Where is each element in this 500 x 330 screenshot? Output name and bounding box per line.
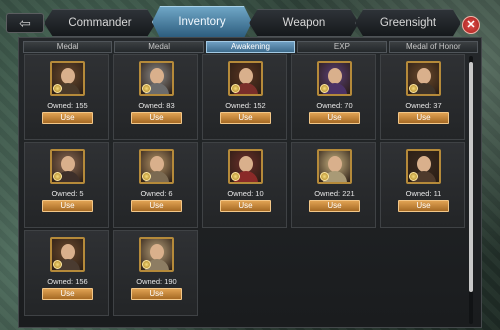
medal-badge-icon <box>320 84 329 93</box>
medal-badge-icon <box>53 172 62 181</box>
inventory-panel: Medal Medal Awakening EXP Medal of Honor… <box>18 37 482 328</box>
back-button[interactable]: ⇦ <box>6 13 44 33</box>
owned-count: Owned: 156 <box>47 277 88 286</box>
tab-greensight[interactable]: Greensight <box>355 9 461 37</box>
owned-count: Owned: 221 <box>314 189 355 198</box>
item-card: Owned: 156 Use <box>24 230 109 316</box>
commander-portrait <box>139 61 174 96</box>
use-button[interactable]: Use <box>42 288 93 300</box>
commander-portrait <box>50 237 85 272</box>
subtab-medal-1[interactable]: Medal <box>23 41 113 53</box>
owned-count: Owned: 11 <box>405 189 442 198</box>
use-button[interactable]: Use <box>131 288 182 300</box>
commander-portrait <box>50 61 85 96</box>
item-card: Owned: 152 Use <box>202 54 287 140</box>
item-card: Owned: 70 Use <box>291 54 376 140</box>
use-button[interactable]: Use <box>398 200 449 212</box>
subtab-medal-of-honor[interactable]: Medal of Honor <box>388 41 479 53</box>
medal-badge-icon <box>409 172 418 181</box>
tab-inventory[interactable]: Inventory <box>152 6 252 38</box>
item-card: Owned: 83 Use <box>113 54 198 140</box>
owned-count: Owned: 70 <box>316 101 353 110</box>
medal-badge-icon <box>231 84 240 93</box>
owned-count: Owned: 6 <box>140 189 173 198</box>
use-button[interactable]: Use <box>42 112 93 124</box>
medal-badge-icon <box>231 172 240 181</box>
commander-portrait <box>406 149 441 184</box>
item-card: Owned: 221 Use <box>291 142 376 228</box>
scrollbar-thumb[interactable] <box>469 62 473 292</box>
owned-count: Owned: 152 <box>225 101 266 110</box>
item-card: Owned: 190 Use <box>113 230 198 316</box>
medal-badge-icon <box>53 84 62 93</box>
medal-badge-icon <box>142 260 151 269</box>
close-icon: ✕ <box>466 19 476 31</box>
use-button[interactable]: Use <box>220 200 271 212</box>
owned-count: Owned: 83 <box>138 101 175 110</box>
subtab-medal-2[interactable]: Medal <box>114 41 204 53</box>
subtab-awakening[interactable]: Awakening <box>205 41 296 53</box>
item-grid: Owned: 155 Use Owned: 83 Use Owned: 152 … <box>24 54 467 328</box>
commander-portrait <box>317 149 352 184</box>
scrollbar[interactable] <box>469 56 473 324</box>
commander-portrait <box>139 149 174 184</box>
owned-count: Owned: 37 <box>405 101 442 110</box>
commander-portrait <box>139 237 174 272</box>
medal-badge-icon <box>409 84 418 93</box>
tab-weapon[interactable]: Weapon <box>249 9 359 37</box>
commander-portrait <box>228 149 263 184</box>
subtab-exp[interactable]: EXP <box>297 41 387 53</box>
item-card: Owned: 6 Use <box>113 142 198 228</box>
commander-portrait <box>50 149 85 184</box>
use-button[interactable]: Use <box>309 112 360 124</box>
medal-badge-icon <box>142 172 151 181</box>
commander-portrait <box>406 61 441 96</box>
tab-commander[interactable]: Commander <box>44 9 156 37</box>
use-button[interactable]: Use <box>220 112 271 124</box>
item-card: Owned: 37 Use <box>380 54 465 140</box>
item-card: Owned: 5 Use <box>24 142 109 228</box>
owned-count: Owned: 155 <box>47 101 88 110</box>
top-tab-bar: ⇦ Commander Inventory Weapon Greensight … <box>0 4 500 38</box>
owned-count: Owned: 190 <box>136 277 177 286</box>
use-button[interactable]: Use <box>309 200 360 212</box>
item-card: Owned: 155 Use <box>24 54 109 140</box>
owned-count: Owned: 10 <box>227 189 264 198</box>
subtab-bar: Medal Medal Awakening EXP Medal of Honor <box>23 41 479 53</box>
commander-portrait <box>228 61 263 96</box>
back-arrow-icon: ⇦ <box>19 15 31 31</box>
use-button[interactable]: Use <box>131 200 182 212</box>
use-button[interactable]: Use <box>42 200 93 212</box>
item-card: Owned: 11 Use <box>380 142 465 228</box>
medal-badge-icon <box>142 84 151 93</box>
use-button[interactable]: Use <box>131 112 182 124</box>
medal-badge-icon <box>320 172 329 181</box>
item-card: Owned: 10 Use <box>202 142 287 228</box>
close-button[interactable]: ✕ <box>462 16 480 34</box>
owned-count: Owned: 5 <box>51 189 84 198</box>
medal-badge-icon <box>53 260 62 269</box>
commander-portrait <box>317 61 352 96</box>
use-button[interactable]: Use <box>398 112 449 124</box>
